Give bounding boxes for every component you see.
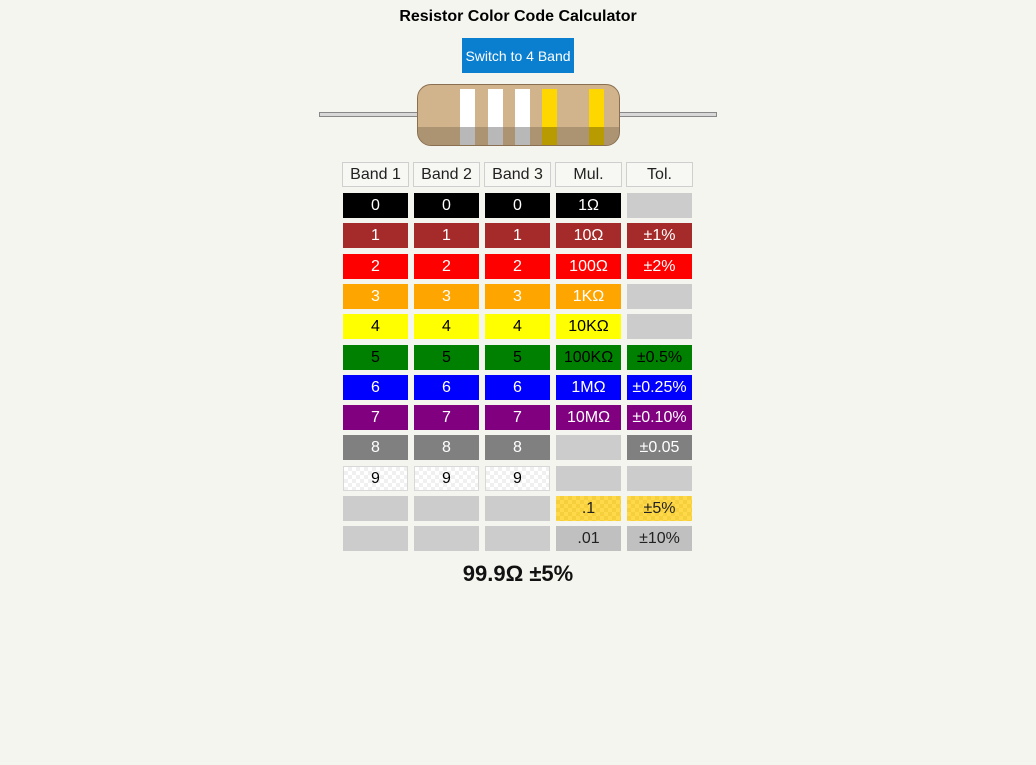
empty-cell: [485, 526, 550, 551]
band-3: [515, 89, 530, 145]
band-3-option-black[interactable]: 0: [485, 193, 550, 218]
band-1-option-white[interactable]: 9: [343, 466, 408, 491]
band-3-option-brown[interactable]: 1: [485, 223, 550, 248]
band-3-option-yellow[interactable]: 4: [485, 314, 550, 339]
multiplier-option-green[interactable]: 100KΩ: [556, 345, 621, 370]
tolerance-option-blue[interactable]: ±0.25%: [627, 375, 692, 400]
band-3-option-red[interactable]: 2: [485, 254, 550, 279]
band-2-option-red[interactable]: 2: [414, 254, 479, 279]
multiplier-band-shade: [542, 127, 557, 145]
multiplier-option-yellow[interactable]: 10KΩ: [556, 314, 621, 339]
resistance-result: 99.9Ω ±5%: [462, 561, 574, 586]
empty-cell: [556, 435, 621, 460]
left-lead-wire: [319, 112, 421, 117]
band-2-option-violet[interactable]: 7: [414, 405, 479, 430]
header-band-3: Band 3: [484, 162, 551, 187]
band-3-option-blue[interactable]: 6: [485, 375, 550, 400]
band-2-option-yellow[interactable]: 4: [414, 314, 479, 339]
band-1-option-black[interactable]: 0: [343, 193, 408, 218]
multiplier-option-red[interactable]: 100Ω: [556, 254, 621, 279]
multiplier-option-silver[interactable]: .01: [556, 526, 621, 551]
resistor-illustration: [318, 84, 718, 146]
empty-cell: [414, 496, 479, 521]
band-1-option-red[interactable]: 2: [343, 254, 408, 279]
header-multiplier: Mul.: [555, 162, 622, 187]
empty-cell: [627, 284, 692, 309]
band-1-shade: [460, 127, 475, 145]
resistor-body: [417, 84, 620, 146]
empty-cell: [627, 466, 692, 491]
band-1: [460, 89, 475, 145]
empty-cell: [556, 466, 621, 491]
band-3-option-orange[interactable]: 3: [485, 284, 550, 309]
band-2-option-green[interactable]: 5: [414, 345, 479, 370]
band-1-option-violet[interactable]: 7: [343, 405, 408, 430]
empty-cell: [414, 526, 479, 551]
band-1-option-yellow[interactable]: 4: [343, 314, 408, 339]
tolerance-option-gold[interactable]: ±5%: [627, 496, 692, 521]
empty-cell: [627, 314, 692, 339]
tolerance-option-grey[interactable]: ±0.05: [627, 435, 692, 460]
band-2-option-blue[interactable]: 6: [414, 375, 479, 400]
multiplier-option-violet[interactable]: 10MΩ: [556, 405, 621, 430]
switch-band-mode-button[interactable]: Switch to 4 Band: [462, 38, 574, 73]
band-1-option-brown[interactable]: 1: [343, 223, 408, 248]
band-3-option-white[interactable]: 9: [485, 466, 550, 491]
band-2: [488, 89, 503, 145]
multiplier-option-orange[interactable]: 1KΩ: [556, 284, 621, 309]
empty-cell: [627, 193, 692, 218]
tolerance-band: [589, 89, 604, 145]
band-2-shade: [488, 127, 503, 145]
multiplier-option-gold[interactable]: .1: [556, 496, 621, 521]
page-title: Resistor Color Code Calculator: [399, 8, 637, 25]
band-3-option-grey[interactable]: 8: [485, 435, 550, 460]
right-lead-wire: [616, 112, 717, 117]
tolerance-option-green[interactable]: ±0.5%: [627, 345, 692, 370]
empty-cell: [343, 526, 408, 551]
band-3-shade: [515, 127, 530, 145]
band-3-option-violet[interactable]: 7: [485, 405, 550, 430]
header-band-1: Band 1: [342, 162, 409, 187]
band-2-option-white[interactable]: 9: [414, 466, 479, 491]
multiplier-band: [542, 89, 557, 145]
tolerance-option-brown[interactable]: ±1%: [627, 223, 692, 248]
tolerance-option-silver[interactable]: ±10%: [627, 526, 692, 551]
header-tolerance: Tol.: [626, 162, 693, 187]
band-1-option-orange[interactable]: 3: [343, 284, 408, 309]
band-2-option-black[interactable]: 0: [414, 193, 479, 218]
multiplier-option-black[interactable]: 1Ω: [556, 193, 621, 218]
multiplier-option-brown[interactable]: 10Ω: [556, 223, 621, 248]
resistor-calculator-page: Resistor Color Code Calculator Switch to…: [0, 0, 1036, 765]
band-1-option-green[interactable]: 5: [343, 345, 408, 370]
band-1-option-blue[interactable]: 6: [343, 375, 408, 400]
band-3-option-green[interactable]: 5: [485, 345, 550, 370]
tolerance-option-violet[interactable]: ±0.10%: [627, 405, 692, 430]
band-2-option-brown[interactable]: 1: [414, 223, 479, 248]
band-2-option-orange[interactable]: 3: [414, 284, 479, 309]
empty-cell: [343, 496, 408, 521]
band-1-option-grey[interactable]: 8: [343, 435, 408, 460]
tolerance-band-shade: [589, 127, 604, 145]
empty-cell: [485, 496, 550, 521]
band-2-option-grey[interactable]: 8: [414, 435, 479, 460]
header-band-2: Band 2: [413, 162, 480, 187]
tolerance-option-red[interactable]: ±2%: [627, 254, 692, 279]
multiplier-option-blue[interactable]: 1MΩ: [556, 375, 621, 400]
